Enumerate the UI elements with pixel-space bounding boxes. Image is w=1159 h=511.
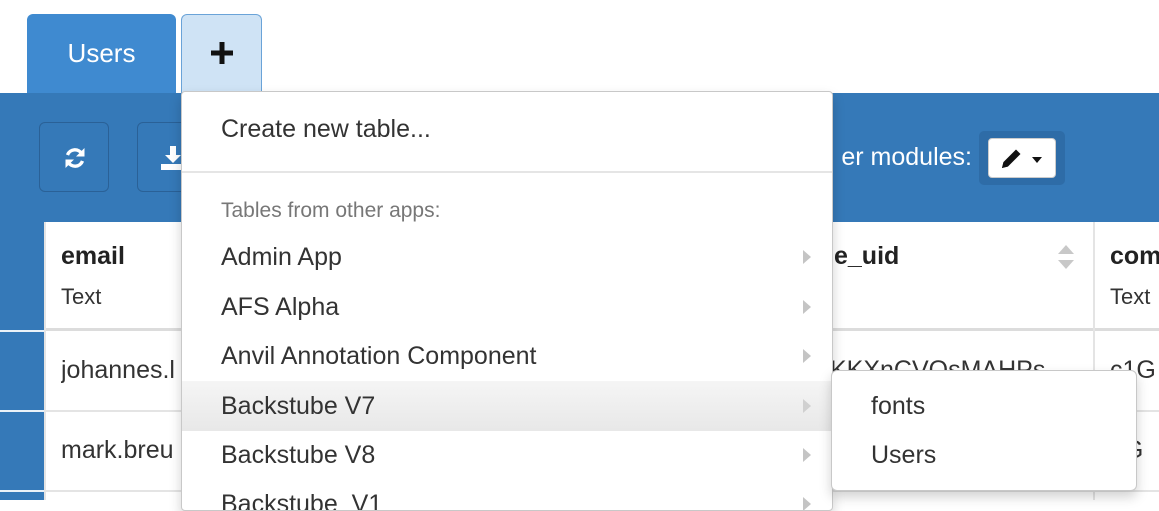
menu-item-label: Backstube V8 bbox=[221, 441, 376, 469]
row-selector-strip bbox=[0, 222, 44, 500]
menu-item-app[interactable]: Admin App bbox=[182, 232, 832, 282]
refresh-icon bbox=[65, 148, 85, 168]
chevron-right-icon bbox=[803, 497, 811, 510]
menu-item-app[interactable]: Backstube V8 bbox=[182, 430, 832, 480]
submenu-item-label: fonts bbox=[871, 392, 926, 420]
menu-item-label: Admin App bbox=[221, 243, 342, 271]
add-tab-button[interactable] bbox=[181, 14, 262, 94]
menu-item-label: Backstube_V1 bbox=[221, 490, 383, 511]
column-type-email: Text bbox=[61, 284, 102, 309]
column-header-com[interactable]: com bbox=[1110, 242, 1159, 271]
pencil-icon bbox=[1002, 149, 1042, 168]
submenu-item-label: Users bbox=[871, 441, 937, 469]
menu-item-app[interactable]: AFS Alpha bbox=[182, 282, 832, 332]
menu-section-header: Tables from other apps: bbox=[221, 199, 441, 222]
refresh-button[interactable] bbox=[39, 122, 109, 192]
column-type-com: Text bbox=[1110, 284, 1151, 309]
menu-item-app[interactable]: Backstube_V1 bbox=[182, 479, 832, 511]
sort-icon[interactable] bbox=[1056, 243, 1076, 271]
caret-down-icon bbox=[1032, 157, 1042, 163]
submenu-item-table[interactable]: Users bbox=[832, 430, 1136, 480]
chevron-right-icon bbox=[803, 349, 811, 363]
tab-bar: Users bbox=[0, 0, 1159, 94]
column-header-uid[interactable]: e_uid bbox=[834, 242, 899, 271]
app-tables-submenu: fonts Users bbox=[831, 370, 1137, 491]
modules-group bbox=[979, 131, 1065, 185]
cell-email: johannes.l bbox=[61, 356, 175, 384]
menu-item-label: Create new table... bbox=[221, 115, 431, 143]
chevron-right-icon bbox=[803, 300, 811, 314]
menu-item-label: Anvil Annotation Component bbox=[221, 342, 537, 370]
chevron-right-icon bbox=[803, 250, 811, 264]
menu-item-app[interactable]: Anvil Annotation Component bbox=[182, 331, 832, 381]
add-table-menu: Create new table... Tables from other ap… bbox=[181, 91, 833, 511]
menu-divider bbox=[182, 171, 832, 173]
column-header-email[interactable]: email bbox=[61, 242, 125, 271]
chevron-right-icon bbox=[803, 399, 811, 413]
plus-icon bbox=[210, 42, 233, 64]
menu-item-create-table[interactable]: Create new table... bbox=[182, 104, 832, 154]
column-divider bbox=[44, 222, 46, 500]
menu-item-app-active[interactable]: Backstube V7 bbox=[182, 381, 832, 431]
chevron-right-icon bbox=[803, 448, 811, 462]
submenu-item-table[interactable]: fonts bbox=[832, 381, 1136, 431]
cell-email: mark.breu bbox=[61, 436, 174, 464]
modules-edit-dropdown[interactable] bbox=[988, 138, 1056, 178]
menu-item-label: AFS Alpha bbox=[221, 293, 340, 321]
menu-item-label: Backstube V7 bbox=[221, 392, 376, 420]
tab-users[interactable]: Users bbox=[27, 14, 176, 94]
